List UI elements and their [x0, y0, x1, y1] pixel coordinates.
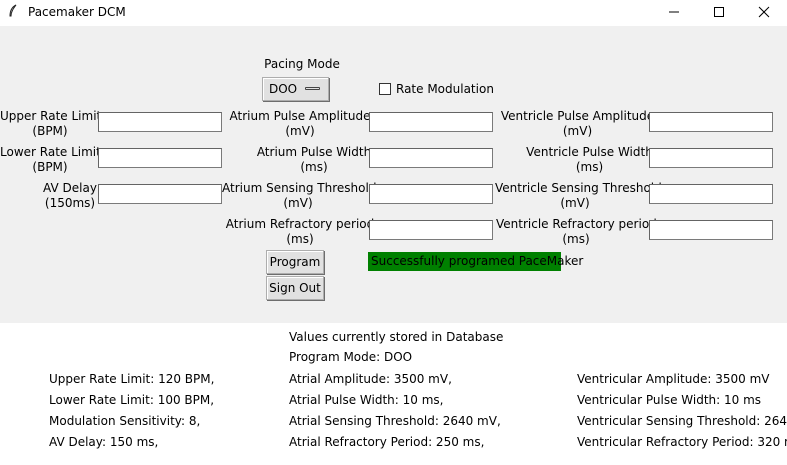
ventricle-pulse-width-input[interactable]: [649, 148, 773, 168]
pacing-mode-label: Pacing Mode: [264, 57, 340, 71]
db-modulation-sensitivity: Modulation Sensitivity: 8,: [49, 414, 201, 428]
feather-icon: [8, 4, 18, 22]
rate-modulation-checkbox[interactable]: [379, 83, 391, 95]
db-ventricular-amplitude: Ventricular Amplitude: 3500 mV: [577, 372, 770, 386]
db-ventricular-sensing-threshold: Ventricular Sensing Threshold: 2640 mV: [577, 414, 787, 428]
db-atrial-sensing-threshold: Atrial Sensing Threshold: 2640 mV,: [289, 414, 501, 428]
minimize-button[interactable]: [652, 0, 696, 26]
atrium-pulse-amplitude-label: Atrium Pulse Amplitude (mV): [229, 109, 371, 138]
sign-out-button[interactable]: Sign Out: [266, 276, 324, 300]
ventricle-sensing-threshold-label: Ventricle Sensing Threshold (mV): [495, 181, 662, 210]
window-title: Pacemaker DCM: [28, 5, 126, 19]
program-button[interactable]: Program: [266, 250, 324, 274]
database-header: Values currently stored in Database: [289, 330, 504, 344]
ventricle-pulse-width-label: Ventricle Pulse Width (ms): [526, 145, 653, 174]
maximize-button[interactable]: [697, 0, 741, 26]
atrium-pulse-amplitude-input[interactable]: [369, 112, 493, 132]
db-atrial-amplitude: Atrial Amplitude: 3500 mV,: [289, 372, 452, 386]
lower-rate-limit-label: Lower Rate Limit (BPM): [0, 145, 101, 174]
rate-modulation-label: Rate Modulation: [396, 82, 494, 96]
status-message: Successfully programed PaceMaker: [368, 252, 583, 271]
ventricle-pulse-amplitude-input[interactable]: [649, 112, 773, 132]
pacing-mode-value: DOO: [269, 82, 298, 96]
maximize-icon: [714, 7, 724, 17]
form-panel: [0, 26, 787, 323]
db-program-mode: Program Mode: DOO: [289, 350, 413, 364]
atrium-pulse-width-label: Atrium Pulse Width (ms): [256, 145, 372, 174]
atrium-pulse-width-input[interactable]: [369, 148, 493, 168]
atrium-refractory-period-input[interactable]: [369, 220, 493, 240]
atrium-sensing-threshold-label: Atrium Sensing Threshold (mV): [222, 181, 377, 210]
db-av-delay: AV Delay: 150 ms,: [49, 435, 159, 449]
db-atrial-refractory-period: Atrial Refractory Period: 250 ms,: [289, 435, 485, 449]
minimize-icon: [669, 11, 679, 13]
db-ventricular-pulse-width: Ventricular Pulse Width: 10 ms: [577, 393, 762, 407]
option-menu-indicator-icon: [305, 87, 320, 90]
av-delay-input[interactable]: [98, 184, 222, 204]
db-ventricular-refractory-period: Ventricular Refractory Period: 320 ms: [577, 435, 787, 449]
close-button[interactable]: [742, 0, 786, 26]
upper-rate-limit-label: Upper Rate Limit (BPM): [0, 109, 102, 138]
ventricle-refractory-period-label: Ventricle Refractory period (ms): [496, 217, 657, 246]
upper-rate-limit-input[interactable]: [98, 112, 222, 132]
close-icon: [758, 6, 770, 18]
ventricle-refractory-period-input[interactable]: [649, 220, 773, 240]
ventricle-sensing-threshold-input[interactable]: [649, 184, 773, 204]
lower-rate-limit-input[interactable]: [98, 148, 222, 168]
title-bar[interactable]: Pacemaker DCM: [0, 0, 787, 26]
atrium-sensing-threshold-input[interactable]: [369, 184, 493, 204]
db-lower-rate-limit: Lower Rate Limit: 100 BPM,: [49, 393, 215, 407]
db-atrial-pulse-width: Atrial Pulse Width: 10 ms,: [289, 393, 444, 407]
ventricle-pulse-amplitude-label: Ventricle Pulse Amplitude (mV): [500, 109, 655, 138]
atrium-refractory-period-label: Atrium Refractory period (ms): [225, 217, 375, 246]
db-upper-rate-limit: Upper Rate Limit: 120 BPM,: [49, 372, 215, 386]
